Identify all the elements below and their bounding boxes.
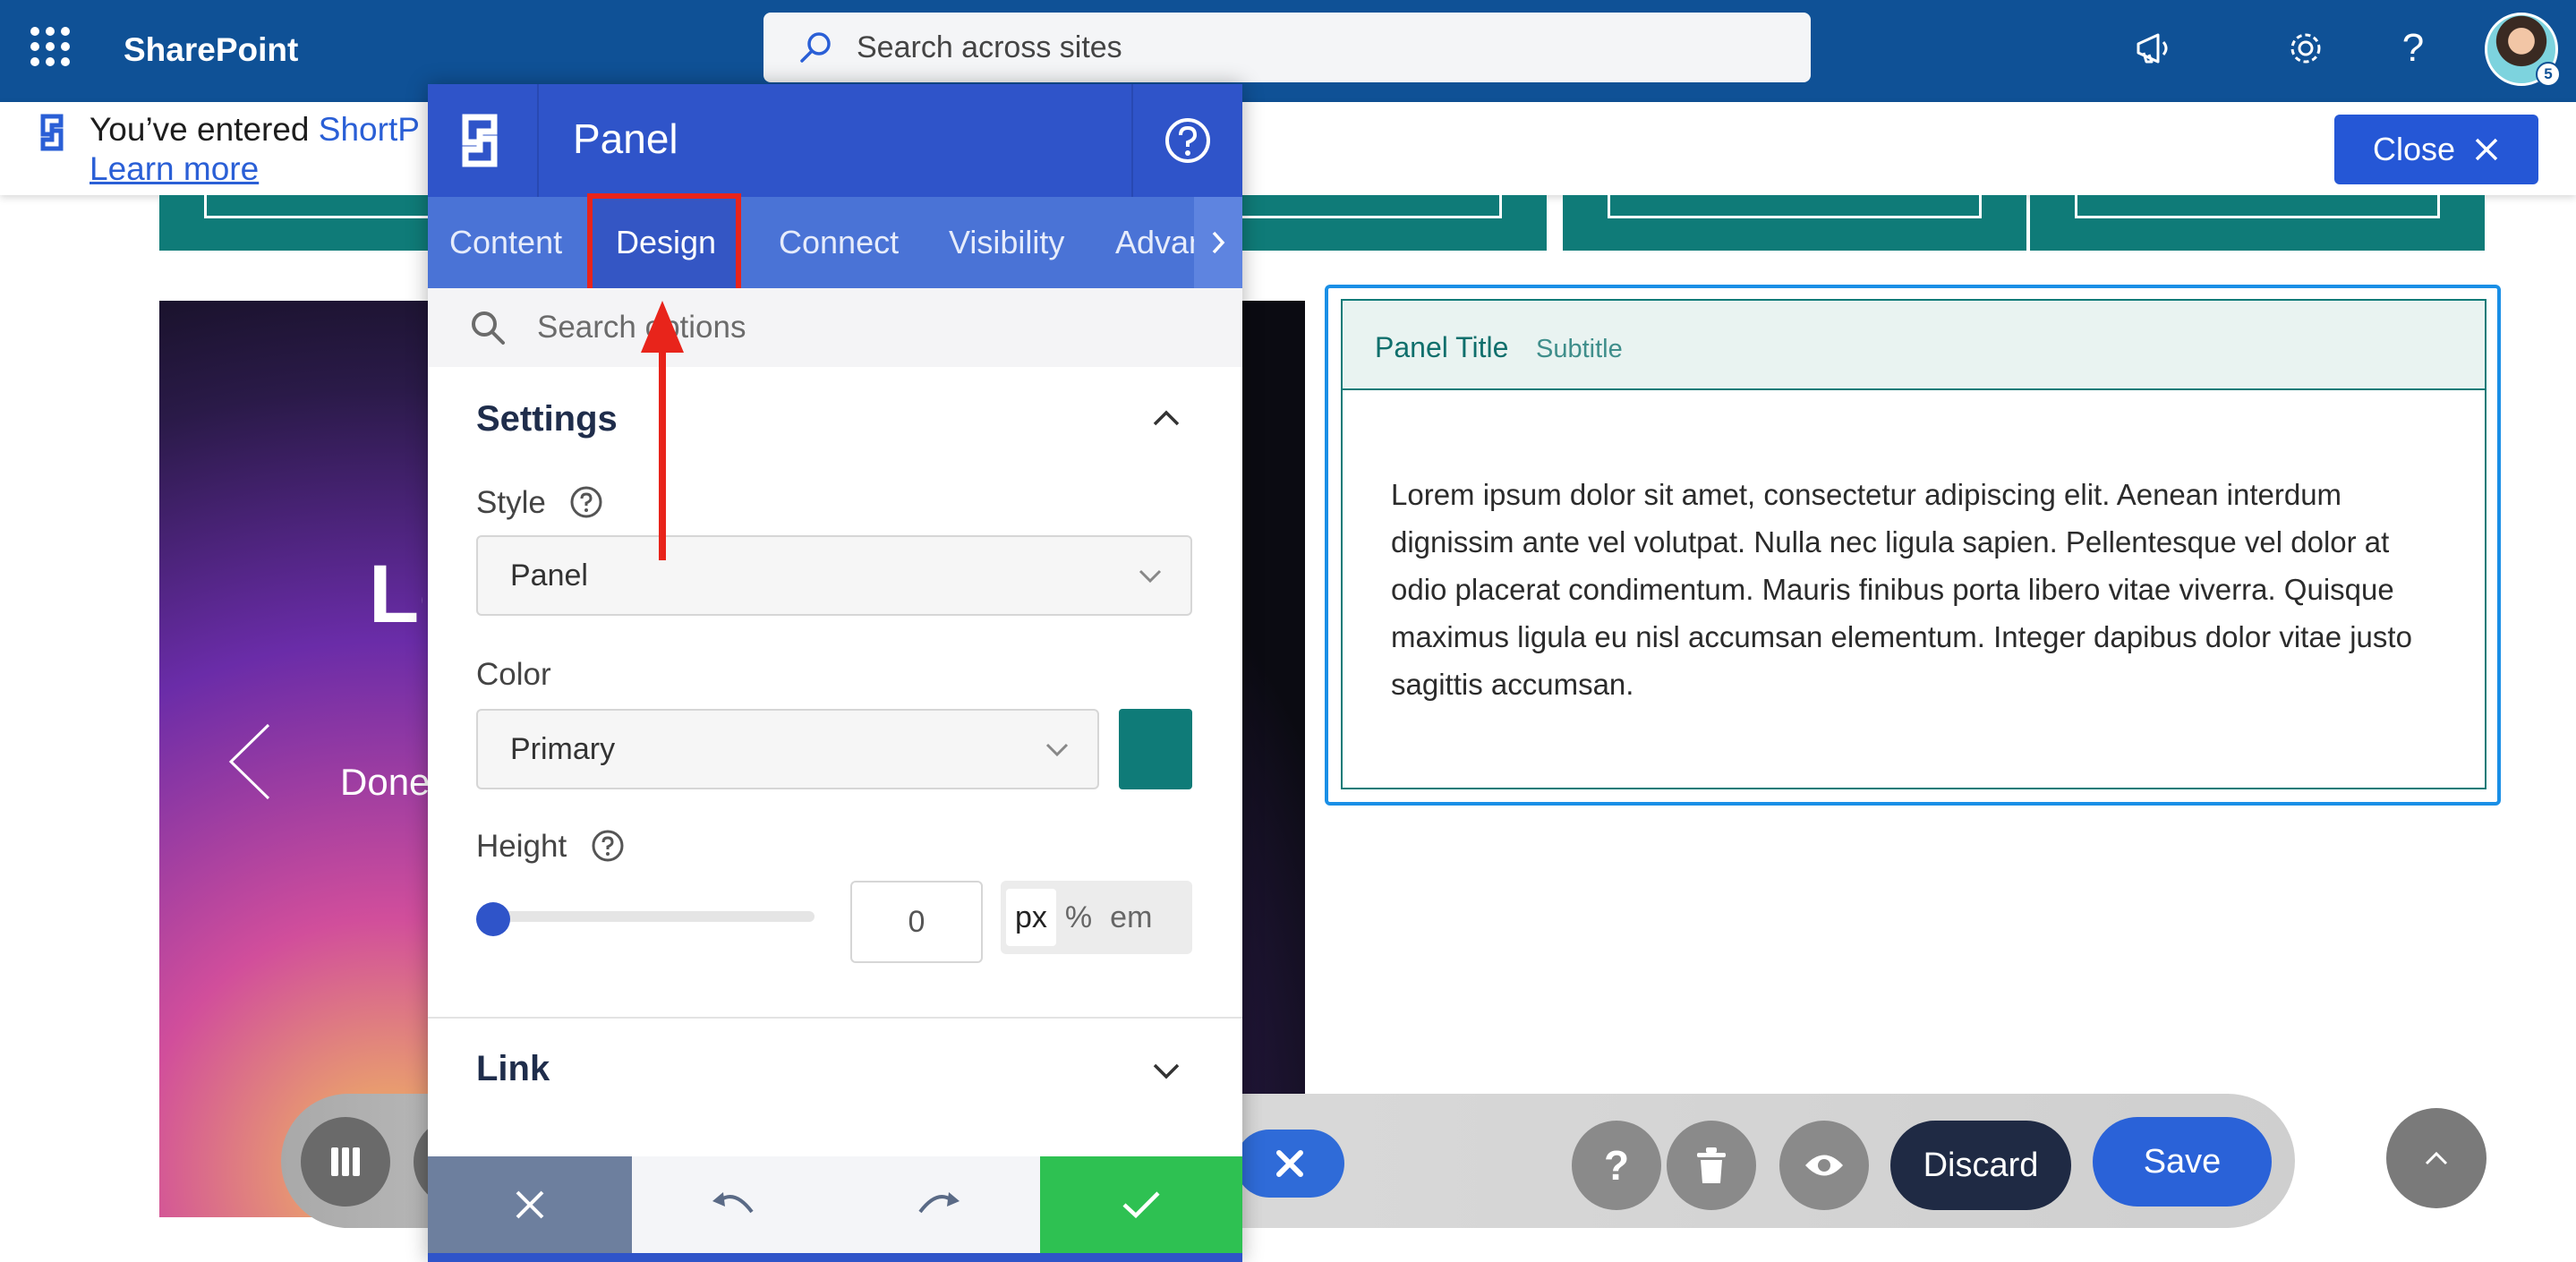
height-help-icon[interactable] (591, 829, 625, 863)
height-label: Height (476, 829, 567, 864)
close-edit-label: Close (2372, 131, 2456, 167)
expand-link-icon[interactable] (1151, 1062, 1181, 1081)
style-select-value: Panel (510, 558, 588, 593)
close-icon (2475, 138, 2498, 161)
style-label: Style (476, 485, 546, 520)
panel-title: Panel Title (1375, 331, 1509, 363)
chevron-right-icon (1212, 231, 1225, 254)
avatar-badge: 5 (2536, 62, 2561, 87)
style-select[interactable]: Panel (476, 535, 1192, 616)
height-slider-handle[interactable] (476, 902, 510, 936)
search-placeholder: Search across sites (857, 30, 1122, 64)
tabs-next-button[interactable] (1194, 197, 1242, 288)
chevron-down-icon (1139, 569, 1162, 584)
help-circle-icon (1165, 118, 1210, 163)
shortpoint-logo-icon (40, 114, 64, 151)
site-search-box[interactable]: Search across sites (763, 13, 1811, 82)
unit-switcher: px % em (1001, 881, 1192, 954)
cancel-button[interactable] (428, 1156, 632, 1253)
discard-button[interactable]: Discard (1890, 1121, 2071, 1210)
notice-brand: ShortP (318, 111, 420, 148)
collapse-settings-icon[interactable] (1151, 408, 1181, 428)
link-heading[interactable]: Link (476, 1049, 550, 1089)
chevron-up-icon (2425, 1151, 2448, 1165)
editor-bottom-bar (428, 1253, 1242, 1262)
tab-visibility[interactable]: Visibility (931, 197, 1082, 288)
close-icon (1276, 1150, 1303, 1177)
unit-px[interactable]: px (1006, 889, 1056, 946)
help-button[interactable]: ? (1572, 1121, 1661, 1210)
remove-button[interactable] (1235, 1130, 1344, 1198)
search-icon (800, 32, 831, 63)
user-avatar[interactable]: 5 (2485, 13, 2561, 87)
close-edit-button[interactable]: Close (2334, 115, 2538, 184)
color-select[interactable]: Primary (476, 709, 1099, 789)
section-divider (428, 1017, 1242, 1019)
check-icon (1122, 1191, 1160, 1219)
scroll-to-top-button[interactable] (2386, 1108, 2486, 1208)
height-slider-track[interactable] (483, 911, 815, 922)
app-launcher-icon[interactable] (30, 27, 70, 66)
nav-button[interactable] (2030, 195, 2485, 251)
nav-button[interactable] (1563, 195, 2026, 251)
unit-percent[interactable]: % (1056, 889, 1101, 946)
height-input[interactable] (850, 881, 983, 963)
delete-button[interactable] (1667, 1121, 1756, 1210)
tab-connect[interactable]: Connect (761, 197, 917, 288)
columns-icon (331, 1147, 360, 1176)
shortpoint-logo-icon (428, 84, 539, 197)
close-icon (516, 1190, 544, 1219)
chevron-down-icon (1045, 743, 1069, 757)
question-icon: ? (1603, 1142, 1630, 1189)
notice-text: You’ve entered ShortP (90, 111, 420, 148)
editor-tabs: Content Design Connect Visibility Advan (428, 197, 1242, 288)
unit-em[interactable]: em (1101, 889, 1161, 946)
eye-icon (1805, 1155, 1843, 1176)
app-name[interactable]: SharePoint (124, 27, 298, 73)
columns-button[interactable] (301, 1117, 390, 1207)
undo-icon (712, 1192, 754, 1214)
carousel-title: Le (369, 549, 422, 640)
style-help-icon[interactable] (569, 485, 603, 519)
tab-content[interactable]: Content (428, 197, 584, 288)
redo-button[interactable] (836, 1156, 1040, 1253)
panel-body-text: Lorem ipsum dolor sit amet, consectetur … (1391, 478, 2412, 701)
undo-button[interactable] (632, 1156, 836, 1253)
save-button[interactable]: Save (2093, 1117, 2272, 1207)
options-search-input[interactable] (537, 310, 1164, 345)
carousel-prev-icon[interactable] (224, 721, 277, 802)
redo-icon (918, 1192, 960, 1214)
settings-heading[interactable]: Settings (476, 399, 618, 439)
megaphone-icon[interactable] (2127, 21, 2180, 75)
help-icon[interactable]: ? (2386, 21, 2440, 75)
search-icon (472, 311, 505, 345)
learn-more-link[interactable]: Learn more (90, 150, 259, 188)
color-select-value: Primary (510, 731, 616, 766)
trash-icon (1697, 1147, 1726, 1183)
editor-header (428, 84, 1242, 197)
options-search (428, 288, 1242, 367)
editor-title: Panel (573, 115, 678, 162)
editor-help-button[interactable] (1131, 84, 1242, 197)
gear-icon[interactable] (2279, 21, 2333, 75)
tab-design[interactable]: Design (591, 197, 742, 288)
preview-button[interactable] (1779, 1121, 1869, 1210)
carousel-subtitle: Done (340, 761, 431, 803)
panel-subtitle: Subtitle (1536, 335, 1623, 363)
color-label: Color (476, 657, 551, 692)
apply-button[interactable] (1040, 1156, 1242, 1253)
color-swatch[interactable] (1119, 709, 1192, 789)
panel-header (1343, 301, 2485, 390)
